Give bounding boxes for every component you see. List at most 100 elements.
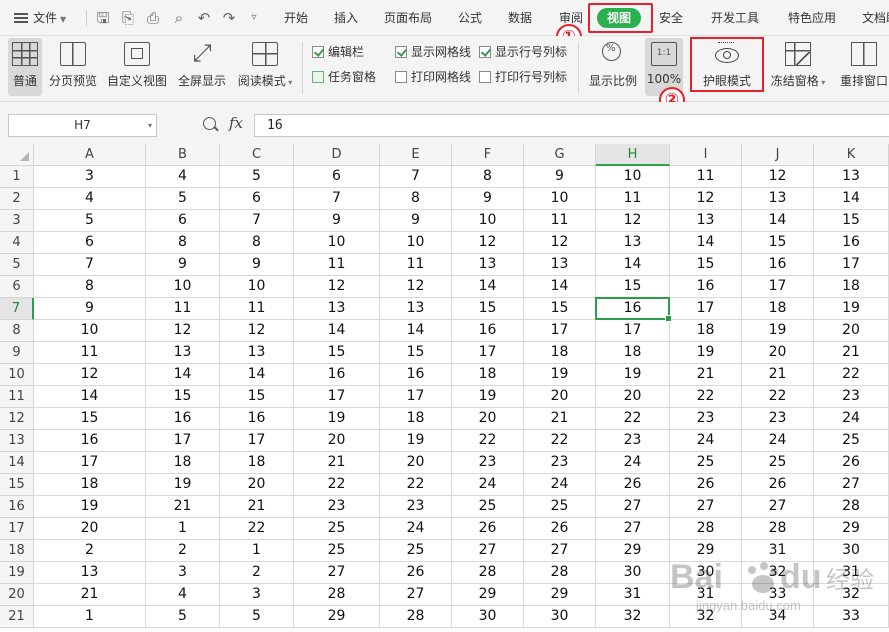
cell-b8[interactable]: 12 — [146, 320, 220, 342]
cell-a5[interactable]: 7 — [34, 254, 146, 276]
cell-k17[interactable]: 29 — [814, 518, 889, 540]
page-break-preview-button[interactable]: 分页预览 — [46, 38, 100, 96]
undo-icon[interactable]: ↶ — [195, 9, 213, 27]
cell-g1[interactable]: 9 — [524, 166, 596, 188]
cell-h15[interactable]: 26 — [596, 474, 670, 496]
cell-h2[interactable]: 11 — [596, 188, 670, 210]
cell-b13[interactable]: 17 — [146, 430, 220, 452]
cell-f20[interactable]: 29 — [452, 584, 524, 606]
cell-f15[interactable]: 24 — [452, 474, 524, 496]
search-icon[interactable] — [203, 117, 219, 133]
cell-j13[interactable]: 24 — [742, 430, 814, 452]
cell-e4[interactable]: 10 — [380, 232, 452, 254]
cell-e20[interactable]: 27 — [380, 584, 452, 606]
cell-j5[interactable]: 16 — [742, 254, 814, 276]
cell-b16[interactable]: 21 — [146, 496, 220, 518]
arrange-windows-button[interactable]: 重排窗口 — [836, 38, 889, 96]
cell-k11[interactable]: 23 — [814, 386, 889, 408]
cell-i17[interactable]: 28 — [670, 518, 742, 540]
cell-b3[interactable]: 6 — [146, 210, 220, 232]
cell-a7[interactable]: 9 — [34, 298, 146, 320]
cell-g18[interactable]: 27 — [524, 540, 596, 562]
cell-i9[interactable]: 19 — [670, 342, 742, 364]
cell-f16[interactable]: 25 — [452, 496, 524, 518]
cell-d5[interactable]: 11 — [294, 254, 380, 276]
cell-f6[interactable]: 14 — [452, 276, 524, 298]
custom-view-button[interactable]: 自定义视图 — [106, 38, 168, 96]
cell-e17[interactable]: 24 — [380, 518, 452, 540]
cell-b14[interactable]: 18 — [146, 452, 220, 474]
cell-g16[interactable]: 25 — [524, 496, 596, 518]
cell-j6[interactable]: 17 — [742, 276, 814, 298]
cell-c21[interactable]: 5 — [220, 606, 294, 628]
cell-b1[interactable]: 4 — [146, 166, 220, 188]
cell-j17[interactable]: 28 — [742, 518, 814, 540]
cell-d6[interactable]: 12 — [294, 276, 380, 298]
cell-k6[interactable]: 18 — [814, 276, 889, 298]
cell-j7[interactable]: 18 — [742, 298, 814, 320]
cell-a4[interactable]: 6 — [34, 232, 146, 254]
cell-b17[interactable]: 1 — [146, 518, 220, 540]
row-header-13[interactable]: 13 — [0, 430, 34, 452]
cell-c11[interactable]: 15 — [220, 386, 294, 408]
cell-k7[interactable]: 19 — [814, 298, 889, 320]
cell-a8[interactable]: 10 — [34, 320, 146, 342]
cell-g7[interactable]: 15 — [524, 298, 596, 320]
cell-j16[interactable]: 27 — [742, 496, 814, 518]
cell-f21[interactable]: 30 — [452, 606, 524, 628]
cell-i19[interactable]: 30 — [670, 562, 742, 584]
cell-g2[interactable]: 10 — [524, 188, 596, 210]
cell-c15[interactable]: 20 — [220, 474, 294, 496]
cell-i8[interactable]: 18 — [670, 320, 742, 342]
cell-c20[interactable]: 3 — [220, 584, 294, 606]
cell-c1[interactable]: 5 — [220, 166, 294, 188]
cell-c12[interactable]: 16 — [220, 408, 294, 430]
cell-k15[interactable]: 27 — [814, 474, 889, 496]
edit-bar-checkbox[interactable]: 编辑栏 — [312, 44, 364, 60]
cell-b12[interactable]: 16 — [146, 408, 220, 430]
cell-d3[interactable]: 9 — [294, 210, 380, 232]
column-header-j[interactable]: J — [742, 144, 814, 166]
cell-i15[interactable]: 26 — [670, 474, 742, 496]
cell-j9[interactable]: 20 — [742, 342, 814, 364]
cell-b10[interactable]: 14 — [146, 364, 220, 386]
cell-h7[interactable]: 16 — [596, 298, 670, 320]
cell-d10[interactable]: 16 — [294, 364, 380, 386]
tab-10[interactable]: 文档助 — [862, 0, 889, 36]
cell-a6[interactable]: 8 — [34, 276, 146, 298]
cell-c2[interactable]: 6 — [220, 188, 294, 210]
cell-e2[interactable]: 8 — [380, 188, 452, 210]
cell-g20[interactable]: 29 — [524, 584, 596, 606]
cell-b7[interactable]: 11 — [146, 298, 220, 320]
cell-h20[interactable]: 31 — [596, 584, 670, 606]
cell-k13[interactable]: 25 — [814, 430, 889, 452]
cell-h19[interactable]: 30 — [596, 562, 670, 584]
cell-j8[interactable]: 19 — [742, 320, 814, 342]
cell-c10[interactable]: 14 — [220, 364, 294, 386]
cell-i1[interactable]: 11 — [670, 166, 742, 188]
cell-f17[interactable]: 26 — [452, 518, 524, 540]
cell-a9[interactable]: 11 — [34, 342, 146, 364]
cell-c16[interactable]: 21 — [220, 496, 294, 518]
cell-b5[interactable]: 9 — [146, 254, 220, 276]
cell-a11[interactable]: 14 — [34, 386, 146, 408]
cell-c9[interactable]: 13 — [220, 342, 294, 364]
spreadsheet-grid[interactable]: A B C D E F G H I J K 1 3 4 5 6 7 8 9 10 11 12 13 2 4 5 6 7 8 9 10 11 12… — [0, 144, 889, 632]
cell-g19[interactable]: 28 — [524, 562, 596, 584]
row-header-6[interactable]: 6 — [0, 276, 34, 298]
row-header-4[interactable]: 4 — [0, 232, 34, 254]
cell-d13[interactable]: 20 — [294, 430, 380, 452]
row-header-21[interactable]: 21 — [0, 606, 34, 628]
cell-d20[interactable]: 28 — [294, 584, 380, 606]
cell-b2[interactable]: 5 — [146, 188, 220, 210]
tab-4[interactable]: 数据 — [508, 0, 532, 36]
cell-d21[interactable]: 29 — [294, 606, 380, 628]
cell-g17[interactable]: 26 — [524, 518, 596, 540]
cell-f13[interactable]: 22 — [452, 430, 524, 452]
cell-c13[interactable]: 17 — [220, 430, 294, 452]
row-header-17[interactable]: 17 — [0, 518, 34, 540]
row-header-20[interactable]: 20 — [0, 584, 34, 606]
cell-c6[interactable]: 10 — [220, 276, 294, 298]
cell-a12[interactable]: 15 — [34, 408, 146, 430]
cell-c7[interactable]: 11 — [220, 298, 294, 320]
